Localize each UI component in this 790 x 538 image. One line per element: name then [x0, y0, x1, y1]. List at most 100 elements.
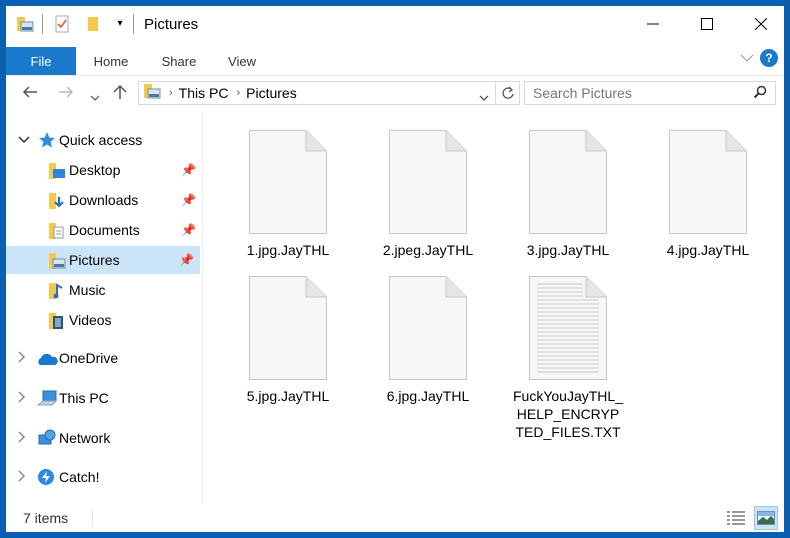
blank-file-icon — [389, 276, 467, 380]
title-bar: ▾ Pictures — [6, 6, 784, 42]
address-history-dropdown-icon[interactable] — [479, 89, 489, 107]
search-icon[interactable] — [753, 85, 767, 102]
tab-share[interactable]: Share — [154, 47, 204, 75]
quick-access-toolbar: ▾ Pictures — [6, 14, 198, 34]
customize-toolbar-dropdown-icon[interactable]: ▾ — [111, 15, 129, 33]
music-folder-icon — [48, 282, 66, 303]
catch-app-icon — [37, 468, 55, 489]
file-name: 3.jpg.JayTHL — [526, 242, 610, 258]
network-icon — [37, 429, 57, 450]
status-bar: 7 items — [6, 504, 784, 532]
navigation-bar: › This PC › Pictures Search Pictures — [6, 76, 784, 112]
breadcrumb-this-pc[interactable]: This PC — [179, 85, 229, 101]
downloads-folder-icon — [48, 192, 66, 213]
sidebar-item-label: Pictures — [69, 252, 120, 268]
refresh-button[interactable] — [496, 81, 520, 105]
tab-home[interactable]: Home — [86, 47, 136, 75]
chevron-right-icon[interactable] — [18, 469, 26, 485]
breadcrumb-separator-icon: › — [236, 87, 241, 99]
tab-file[interactable]: File — [6, 47, 76, 75]
new-folder-icon[interactable] — [85, 15, 103, 33]
sidebar-item-desktop[interactable]: Desktop 📌 — [6, 156, 202, 184]
pin-icon[interactable]: 📌 — [179, 253, 194, 267]
file-item[interactable]: 1.jpg.JayTHL — [233, 130, 343, 259]
minimize-button[interactable] — [630, 6, 676, 42]
chevron-right-icon[interactable] — [18, 390, 26, 406]
star-icon — [38, 131, 56, 152]
sidebar-item-onedrive[interactable]: OneDrive — [6, 344, 202, 372]
search-box[interactable]: Search Pictures — [524, 81, 776, 105]
onedrive-icon — [36, 352, 58, 369]
pin-icon[interactable]: 📌 — [181, 163, 196, 177]
window-title: Pictures — [144, 15, 199, 33]
sidebar-item-quick-access[interactable]: Quick access — [6, 126, 202, 154]
file-name: 1.jpg.JayTHL — [246, 242, 330, 258]
pin-icon[interactable]: 📌 — [181, 193, 196, 207]
breadcrumb-pictures[interactable]: Pictures — [246, 85, 297, 101]
file-item[interactable]: 5.jpg.JayTHL — [233, 276, 343, 405]
sidebar-item-downloads[interactable]: Downloads 📌 — [6, 186, 202, 214]
maximize-button[interactable] — [684, 6, 730, 42]
file-name: 2.jpeg.JayTHL — [382, 242, 474, 258]
file-list: 1.jpg.JayTHL 2.jpeg.JayTHL 3.jpg.JayTHL … — [206, 112, 784, 504]
pictures-location-icon — [143, 82, 161, 105]
pin-icon[interactable]: 📌 — [181, 223, 196, 237]
expand-ribbon-icon[interactable] — [740, 52, 754, 66]
blank-file-icon — [249, 276, 327, 380]
sidebar-item-network[interactable]: Network — [6, 424, 202, 452]
computer-icon — [36, 390, 58, 411]
file-item[interactable]: 2.jpeg.JayTHL — [373, 130, 483, 259]
item-count: 7 items — [23, 510, 69, 526]
sidebar-item-this-pc[interactable]: This PC — [6, 384, 202, 412]
file-item[interactable]: 3.jpg.JayTHL — [513, 130, 623, 259]
sidebar-item-label: Network — [59, 430, 111, 446]
file-name: FuckYouJayTHL_HELP_ENCRYPTED_FILES.TXT — [513, 388, 623, 440]
help-icon[interactable]: ? — [760, 49, 778, 67]
sidebar-item-videos[interactable]: Videos — [6, 306, 202, 334]
large-icons-view-button[interactable] — [754, 506, 778, 530]
ribbon: File Home Share View ? — [6, 42, 784, 76]
sidebar-item-label: Music — [69, 282, 106, 298]
videos-folder-icon — [48, 312, 66, 333]
file-item[interactable]: 4.jpg.JayTHL — [653, 130, 763, 259]
desktop-folder-icon — [48, 162, 66, 183]
back-button[interactable] — [22, 84, 38, 104]
chevron-right-icon[interactable] — [18, 350, 26, 366]
pane-divider[interactable] — [202, 112, 203, 504]
sidebar-item-label: Videos — [69, 312, 112, 328]
status-separator — [92, 510, 93, 526]
sidebar-item-music[interactable]: Music — [6, 276, 202, 304]
pictures-folder-icon — [48, 252, 66, 273]
blank-file-icon — [389, 130, 467, 234]
close-button[interactable] — [738, 6, 784, 42]
chevron-down-icon[interactable] — [18, 133, 30, 147]
address-bar[interactable]: › This PC › Pictures — [138, 81, 496, 105]
sidebar-item-documents[interactable]: Documents 📌 — [6, 216, 202, 244]
toolbar-separator — [42, 14, 43, 34]
tab-view[interactable]: View — [220, 47, 264, 75]
file-name: 6.jpg.JayTHL — [386, 388, 470, 404]
pictures-folder-icon — [16, 15, 34, 33]
file-name: 5.jpg.JayTHL — [246, 388, 330, 404]
sidebar-item-label: OneDrive — [59, 350, 119, 366]
chevron-right-icon[interactable] — [18, 430, 26, 446]
file-item[interactable]: FuckYouJayTHL_HELP_ENCRYPTED_FILES.TXT — [513, 276, 623, 441]
toolbar-separator — [133, 14, 134, 34]
documents-folder-icon — [48, 222, 66, 243]
details-view-button[interactable] — [724, 506, 748, 530]
up-button[interactable] — [112, 84, 128, 105]
sidebar-item-catch[interactable]: Catch! — [6, 463, 202, 491]
search-input[interactable]: Search Pictures — [533, 85, 753, 101]
sidebar-item-label: Quick access — [59, 132, 143, 148]
recent-locations-button[interactable] — [90, 87, 100, 107]
explorer-window: ▾ Pictures File Home Share View ? › This… — [6, 6, 784, 532]
sidebar-item-label: Catch! — [59, 469, 100, 485]
properties-icon[interactable] — [53, 15, 71, 33]
blank-file-icon — [529, 130, 607, 234]
blank-file-icon — [669, 130, 747, 234]
file-item[interactable]: 6.jpg.JayTHL — [373, 276, 483, 405]
sidebar-item-label: Downloads — [69, 192, 139, 208]
sidebar-item-pictures[interactable]: Pictures 📌 — [6, 246, 200, 274]
forward-button[interactable] — [58, 84, 74, 104]
text-file-icon — [529, 276, 607, 380]
